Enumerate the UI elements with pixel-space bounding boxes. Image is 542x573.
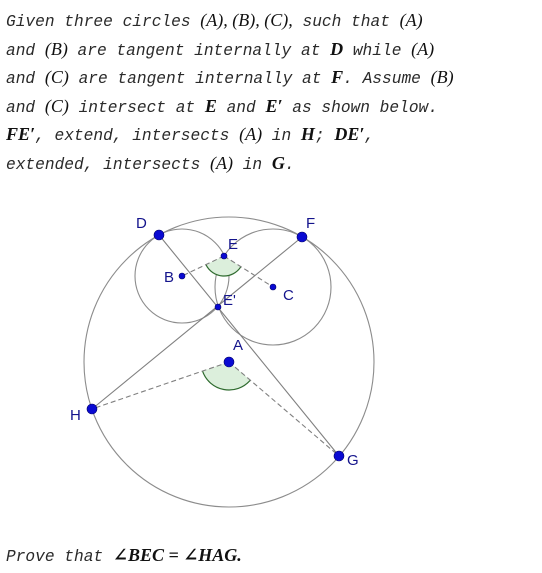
problem-line: and (B) are tangent internally at D whil… [6,35,542,64]
prose-text: and [6,70,45,88]
label-c: C [283,287,294,304]
math-text: (A) [399,10,423,30]
math-text: (A) [210,152,233,173]
prose-text: extended, intersects [6,155,210,174]
point-d [153,229,165,241]
prose-text: Given three circles [6,13,201,31]
point-h [86,403,98,415]
label-e2: E' [223,292,236,309]
math-point: D [330,38,344,59]
problem-line: extended, intersects (A) in G. [6,149,542,178]
problem-line: FE′, extend, intersects (A) in H; DE′, [6,120,542,149]
conclusion-statement: ∠BEC = ∠HAG. [112,545,242,565]
problem-line: and (C) are tangent internally at F. Ass… [6,63,542,92]
segment-ag [228,361,340,457]
conclusion: Prove that ∠BEC = ∠HAG. [6,545,242,566]
label-f: F [306,215,315,232]
point-g [333,450,345,462]
math-point: G [271,152,285,173]
math-point: H [300,124,315,144]
label-h: H [70,407,81,424]
math-text: (A) [239,124,263,144]
point-c [269,283,277,291]
math-point: E′ [265,95,283,116]
conclusion-prefix: Prove that [6,548,113,566]
prose-text: and [216,98,266,117]
math-text: (B) [430,67,454,87]
math-point: FE′ [6,124,36,144]
prose-text: , extend, intersects [35,127,240,145]
point-e2 [214,303,222,311]
label-e: E [228,236,238,253]
geometry-figure: A B C D E E' F G H [70,215,375,508]
label-a: A [233,337,243,354]
prose-text: ; [314,127,335,145]
prose-text: , [364,127,375,145]
prose-text: and [6,98,45,117]
label-g: G [347,452,359,469]
math-text: (A) [411,38,435,59]
prose-text: such that [292,13,400,31]
math-point: F [331,67,344,87]
point-e [220,252,228,260]
prose-text: intersect at [68,98,205,117]
problem-statement: Given three circles (A), (B), (C), such … [6,6,542,177]
prose-text: while [343,41,412,60]
label-d: D [136,215,147,232]
point-f [296,231,308,243]
math-point: E [204,95,217,116]
prose-text: and [6,41,45,60]
prose-text: in [232,155,272,174]
problem-line: Given three circles (A), (B), (C), such … [6,6,542,35]
point-b [178,272,186,280]
math-text: (B) [44,38,68,59]
math-text: (C) [44,95,69,116]
math-text: (A), (B), (C), [200,10,293,30]
prose-text: in [262,127,301,145]
math-text: (C) [44,67,69,87]
math-point: DE′ [334,124,365,144]
prose-text: are tangent internally at [68,70,332,88]
prose-text: are tangent internally at [67,41,331,60]
prose-text: as shown below. [282,98,438,117]
segment-ah [91,361,230,410]
prose-text: . [284,155,295,174]
segment-dg [158,234,340,457]
prose-text: . Assume [343,70,431,88]
point-a [223,356,235,368]
label-b: B [164,269,174,286]
problem-line: and (C) intersect at E and E′ as shown b… [6,92,542,121]
